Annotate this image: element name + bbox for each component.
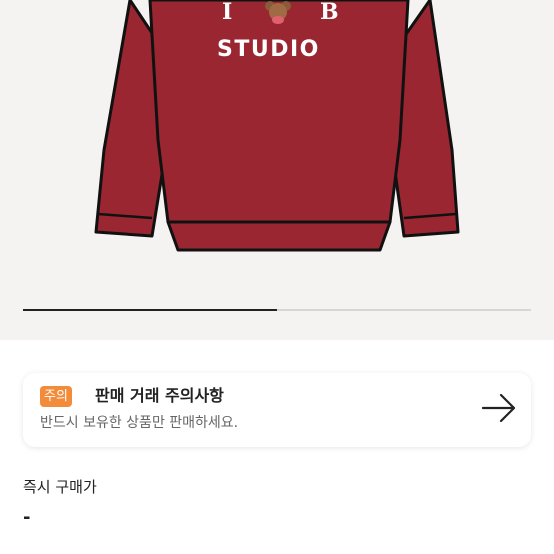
image-slider-progress	[23, 309, 277, 311]
caution-badge: 주의	[40, 386, 72, 407]
sale-notice-card[interactable]: 주의 판매 거래 주의사항 반드시 보유한 상품만 판매하세요.	[23, 373, 531, 447]
logo-studio-text: STUDIO	[217, 37, 320, 62]
image-slider-track[interactable]	[23, 309, 531, 311]
arrow-right-icon[interactable]	[481, 392, 517, 424]
notice-subtitle: 반드시 보유한 상품만 판매하세요.	[40, 415, 239, 431]
notice-title: 판매 거래 주의사항	[95, 386, 224, 405]
logo-letter-i: I	[222, 0, 233, 25]
logo-letter-b: B	[320, 0, 339, 25]
product-image[interactable]: I B STUDIO	[0, 0, 554, 340]
instant-buy-price-value: -	[23, 507, 31, 528]
instant-buy-price-label: 즉시 구매가	[23, 478, 97, 496]
